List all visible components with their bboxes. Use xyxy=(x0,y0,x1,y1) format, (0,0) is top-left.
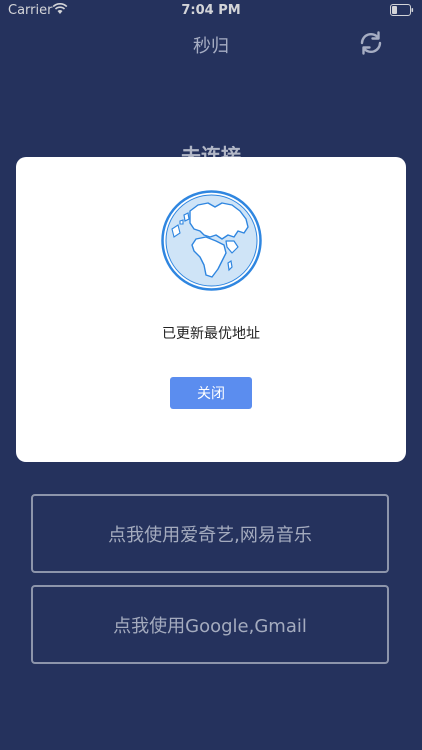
globe-icon xyxy=(161,190,262,291)
dialog-message: 已更新最优地址 xyxy=(162,326,260,342)
close-button[interactable]: 关闭 xyxy=(170,377,252,409)
update-dialog: 已更新最优地址 关闭 xyxy=(16,157,406,462)
app-screen: Carrier 7:04 PM 秒归 未连接 点我使用爱奇艺,网易音乐 点我使用… xyxy=(0,0,422,750)
